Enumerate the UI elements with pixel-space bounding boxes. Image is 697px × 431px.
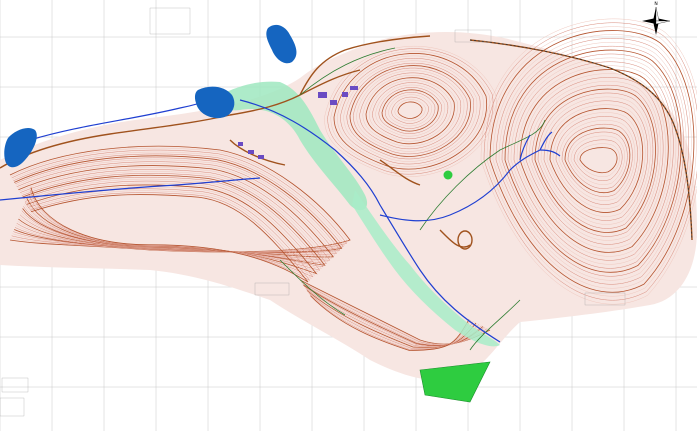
north-arrow-label: N [654,1,657,7]
topographic-map: N [0,0,697,431]
green-marker [443,170,453,180]
lake-1 [266,24,297,64]
north-arrow-icon: N [642,1,671,35]
map-drawing: N [0,0,697,431]
